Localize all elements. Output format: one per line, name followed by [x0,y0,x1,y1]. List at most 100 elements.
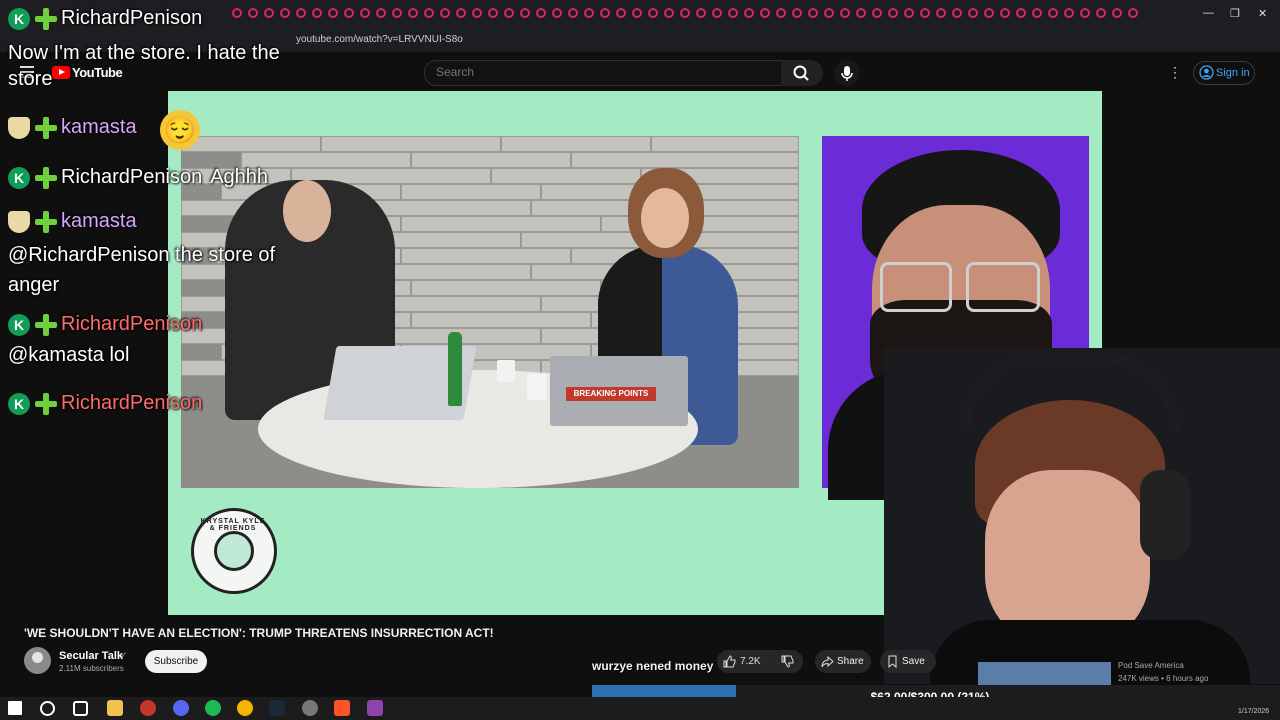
browser-tab-icon[interactable] [584,8,594,18]
browser-tab-icon[interactable] [1064,8,1074,18]
browser-tab-icon[interactable] [680,8,690,18]
headphone-earcup [1140,470,1190,560]
thumbs-up-icon[interactable] [723,655,736,668]
steam-icon[interactable] [269,700,285,716]
browser-tab-icon[interactable] [696,8,706,18]
streamer-face [985,470,1150,645]
taskbar-date: 1/17/2026 [1238,708,1270,715]
chat-username: RichardPenison [61,166,203,189]
browser-tab-icon[interactable] [568,8,578,18]
browser-tab-icon[interactable] [264,8,274,18]
browser-tab-icon[interactable] [760,8,770,18]
maximize-button[interactable]: ❐ [1230,7,1240,20]
browser-tab-icon[interactable] [232,8,242,18]
browser-tab-icon[interactable] [1096,8,1106,18]
browser-tab-icon[interactable] [984,8,994,18]
browser-tab-icon[interactable] [360,8,370,18]
share-button[interactable]: Share [815,650,871,673]
browser-tab-icon[interactable] [728,8,738,18]
spotify-icon[interactable] [205,700,221,716]
browser-tab-icon[interactable] [552,8,562,18]
browser-tab-icon[interactable] [1112,8,1122,18]
browser-tab-icon[interactable] [904,8,914,18]
channel-name[interactable]: Secular Talk [59,650,123,662]
video-title: 'WE SHOULDN'T HAVE AN ELECTION': TRUMP T… [24,626,494,640]
browser-tab-icon[interactable] [504,8,514,18]
app-icon[interactable] [140,700,156,716]
browser-tab-icon[interactable] [408,8,418,18]
browser-tab-icon[interactable] [472,8,482,18]
browser-tab-icon[interactable] [376,8,386,18]
brave-icon[interactable] [334,700,350,716]
browser-tab-icon[interactable] [456,8,466,18]
share-icon [821,655,834,668]
channel-avatar[interactable] [24,647,51,674]
start-icon[interactable] [8,701,22,715]
browser-tab-icon[interactable] [440,8,450,18]
app-icon[interactable] [367,700,383,716]
discord-icon[interactable] [173,700,189,716]
browser-tab-icon[interactable] [1032,8,1042,18]
save-icon [888,655,897,668]
browser-tab-icon[interactable] [536,8,546,18]
browser-tab-icon[interactable] [648,8,658,18]
browser-tab-icon[interactable] [344,8,354,18]
browser-tab-icon[interactable] [248,8,258,18]
url-text[interactable]: youtube.com/watch?v=LRVVNUI-S8o [296,34,463,45]
plus-badge-icon [35,166,57,189]
browser-tab-icon[interactable] [520,8,530,18]
minimize-button[interactable]: — [1203,7,1214,19]
browser-tab-icon[interactable] [840,8,850,18]
browser-tab-icon[interactable] [616,8,626,18]
share-label: Share [837,656,864,667]
microphone-icon [841,66,853,81]
recommended-thumbnail[interactable] [978,662,1111,686]
browser-tab-icon[interactable] [488,8,498,18]
browser-tab-icon[interactable] [1048,8,1058,18]
search-input[interactable] [434,64,768,80]
subscribe-button[interactable]: Subscribe [145,650,207,673]
browser-tab-icon[interactable] [392,8,402,18]
browser-tab-icon[interactable] [952,8,962,18]
task-view-icon[interactable] [73,701,88,716]
browser-tab-icon[interactable] [776,8,786,18]
browser-tab-icon[interactable] [296,8,306,18]
app-icon[interactable] [302,700,318,716]
browser-tab-icon[interactable] [312,8,322,18]
browser-tab-icon[interactable] [328,8,338,18]
sign-in-button[interactable]: Sign in [1193,61,1255,85]
browser-tab-icon[interactable] [600,8,610,18]
browser-tab-icon[interactable] [424,8,434,18]
thumbs-down-icon[interactable] [781,655,794,668]
recommended-channel[interactable]: Pod Save America [1118,661,1184,670]
browser-tab-icon[interactable] [856,8,866,18]
browser-tab-icon[interactable] [792,8,802,18]
close-button[interactable]: ✕ [1258,7,1267,20]
more-options-icon[interactable]: ⋮ [1168,64,1182,81]
browser-tab-icon[interactable] [808,8,818,18]
file-explorer-icon[interactable] [107,700,123,716]
show-logo-text: KRYSTAL KYLE & FRIENDS [200,518,266,532]
browser-tab-icon[interactable] [1080,8,1090,18]
browser-tab-icon[interactable] [1016,8,1026,18]
chrome-icon[interactable] [237,700,253,716]
like-count: 7.2K [740,656,761,667]
save-button[interactable]: Save [880,650,936,673]
account-icon [1199,65,1214,80]
browser-tab-icon[interactable] [968,8,978,18]
browser-tab-icon[interactable] [872,8,882,18]
browser-tab-icon[interactable] [920,8,930,18]
browser-tab-icon[interactable] [632,8,642,18]
browser-tab-icon[interactable] [1000,8,1010,18]
search-icon[interactable] [40,701,55,716]
browser-tab-icon[interactable] [824,8,834,18]
browser-tab-icon[interactable] [280,8,290,18]
voice-search-button[interactable] [834,60,860,86]
browser-tab-icon[interactable] [1128,8,1138,18]
browser-tab-icon[interactable] [664,8,674,18]
browser-tab-icon[interactable] [712,8,722,18]
browser-tab-icon[interactable] [744,8,754,18]
browser-tab-icon[interactable] [888,8,898,18]
search-button[interactable] [781,60,823,86]
browser-tab-icon[interactable] [936,8,946,18]
